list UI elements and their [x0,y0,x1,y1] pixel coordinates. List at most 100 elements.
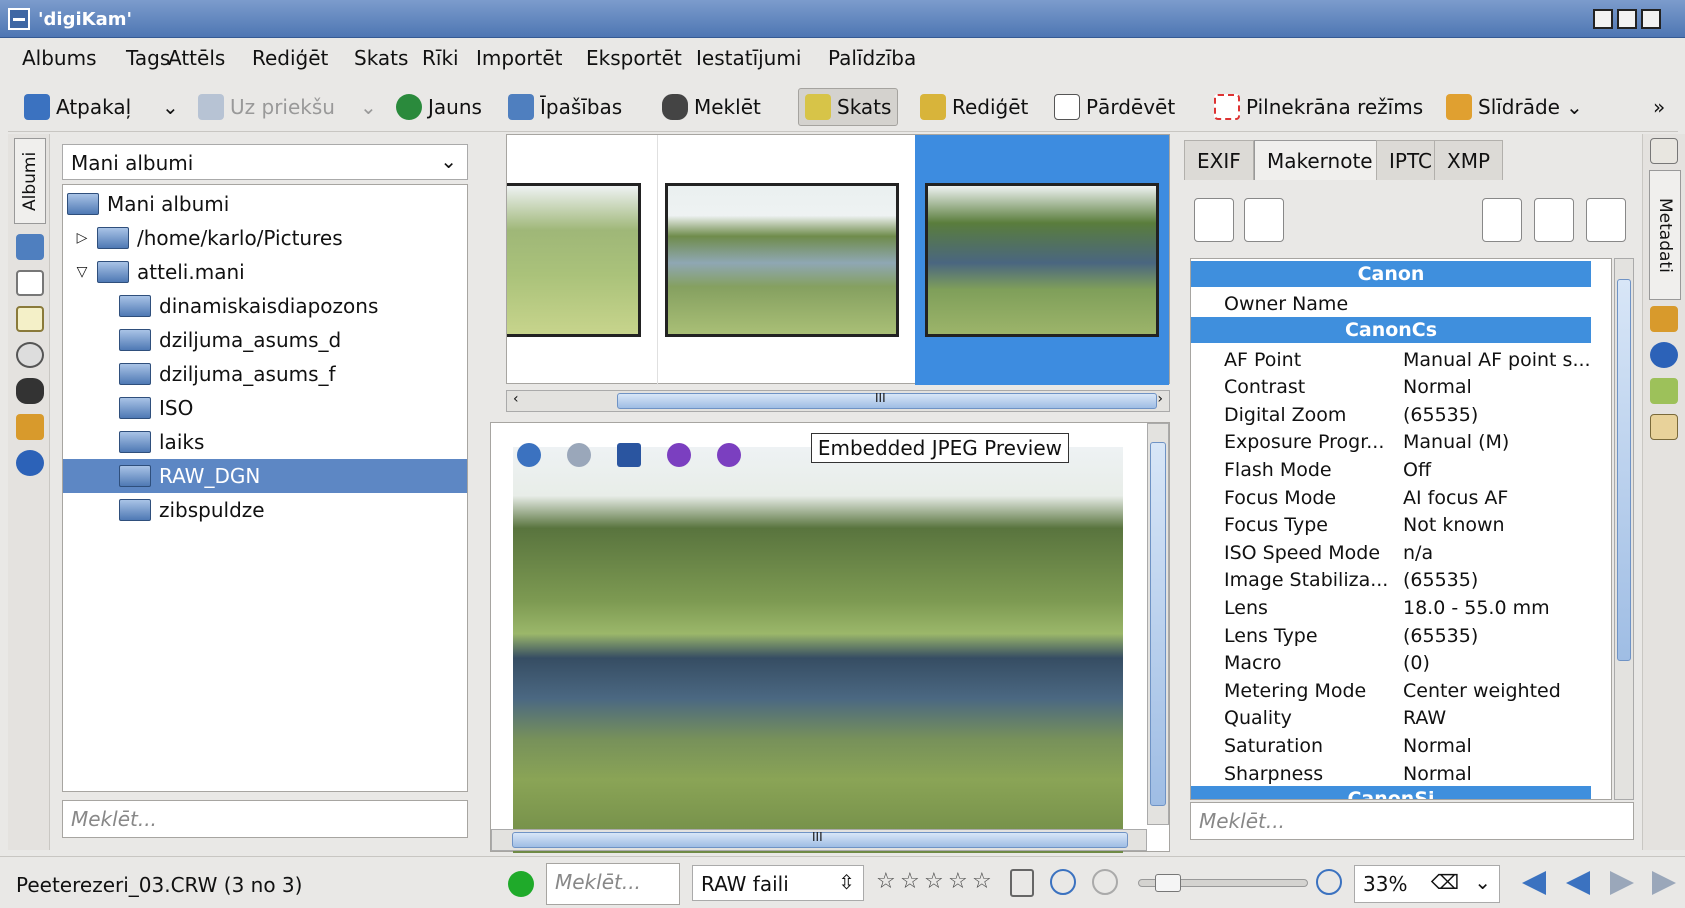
zoom-fit-icon[interactable] [1050,869,1076,895]
menu-3[interactable]: Rediģēt [252,46,328,70]
minimize-icon[interactable] [1593,9,1613,29]
album-tree-item[interactable]: Mani albumi [63,187,467,221]
zoom-combo[interactable]: 33% ⌫ ⌄ [1354,865,1500,903]
metadata-row[interactable]: Lens 18.0 - 55.0 mm [1191,593,1591,621]
rotate-right-icon[interactable] [717,443,741,467]
globe-icon[interactable] [1650,342,1678,368]
rating-star-icon[interactable]: ☆ [900,869,920,894]
menu-6[interactable]: Importēt [476,46,563,70]
calendar-icon[interactable] [16,270,44,296]
zoom-out-icon[interactable] [1092,869,1118,895]
editor-icon[interactable] [617,443,641,467]
binoculars-icon[interactable] [16,378,44,404]
view-button[interactable]: Skats [798,88,899,126]
print-icon[interactable] [1534,198,1574,242]
forward-button[interactable]: Uz priekšu [192,88,341,126]
menu-9[interactable]: Palīdzība [828,46,916,70]
metadata-row[interactable]: Focus Type Not known [1191,510,1591,538]
rating-star-icon[interactable]: ☆ [972,869,992,894]
list-view-icon[interactable] [1244,198,1284,242]
metadata-row[interactable]: Image Stabiliza... (65535) [1191,565,1591,593]
new-album-button[interactable]: Jauns [390,88,488,126]
metadata-row[interactable]: Metering Mode Center weighted [1191,676,1591,704]
edit-tab-icon[interactable] [1650,138,1678,164]
albums-tab[interactable]: Albumi [14,138,46,224]
metadata-scrollbar[interactable] [1614,258,1634,800]
toolbar-overflow-button[interactable]: » [1653,88,1665,126]
back-history-dropdown[interactable]: ⌄ [162,88,179,126]
last-image-icon[interactable] [1652,871,1676,895]
edit-button[interactable]: Rediģēt [914,88,1034,126]
menu-2[interactable]: Attēls [168,46,225,70]
metadata-row[interactable]: AF Point Manual AF point s... [1191,345,1591,373]
rating-star-icon[interactable]: ☆ [924,869,944,894]
thumbnail[interactable] [507,183,641,337]
close-icon[interactable] [1641,9,1661,29]
album-tree-item[interactable]: dziljuma_asums_f [63,357,467,391]
thumbnail[interactable] [925,183,1159,337]
scrollbar-thumb[interactable] [1150,442,1166,806]
expand-arrow-icon[interactable]: ▽ [75,264,89,280]
metadata-row[interactable]: Saturation Normal [1191,731,1591,759]
menu-0[interactable]: Albums [22,46,97,70]
album-search-input[interactable]: Meklēt... [62,800,468,838]
album-tree-item[interactable]: ISO [63,391,467,425]
metadata-row[interactable]: Quality RAW [1191,703,1591,731]
metadata-row[interactable]: Digital Zoom (65535) [1191,400,1591,428]
properties-button[interactable]: Īpašības [502,88,628,126]
scrollbar-thumb[interactable] [1617,279,1631,661]
slideshow-button[interactable]: Slīdrāde ⌄ [1440,88,1589,126]
maximize-icon[interactable] [1617,9,1637,29]
previous-image-icon[interactable] [1566,871,1590,895]
metadata-row[interactable]: Macro (0) [1191,648,1591,676]
menu-1[interactable]: Tags [126,46,170,70]
rating-star-icon[interactable]: ☆ [876,869,896,894]
clear-icon[interactable]: ⌫ [1431,870,1459,894]
metadata-row[interactable]: Focus Mode AI focus AF [1191,483,1591,511]
album-view-selector[interactable]: Mani albumi ⌄ [62,144,468,180]
forward-history-dropdown[interactable]: ⌄ [360,88,377,126]
metadata-tab[interactable]: Metadati [1649,170,1681,300]
person-view-icon[interactable] [1194,198,1234,242]
menu-5[interactable]: Rīki [422,46,459,70]
preview-vertical-scrollbar[interactable] [1147,423,1169,825]
back-button[interactable]: Atpakaļ [18,88,137,126]
mime-filter-select[interactable]: RAW faili ⇳ [692,865,864,901]
albums-folder-icon[interactable] [16,234,44,260]
tag-icon[interactable] [16,306,44,332]
menu-7[interactable]: Eksportēt [586,46,682,70]
window-menu-icon[interactable] [8,8,30,30]
album-tree-item[interactable]: RAW_DGN [63,459,467,493]
album-tree-item[interactable]: dziljuma_asums_d [63,323,467,357]
expand-arrow-icon[interactable]: ▷ [75,230,89,246]
tab-xmp[interactable]: XMP [1434,140,1504,180]
zoom-slider[interactable] [1138,874,1308,892]
metadata-row[interactable]: Contrast Normal [1191,372,1591,400]
save-icon[interactable] [1482,198,1522,242]
search-button[interactable]: Meklēt [656,88,767,126]
menu-4[interactable]: Skats [354,46,408,70]
scrollbar-thumb[interactable] [617,393,1157,409]
album-tree-item[interactable]: laiks [63,425,467,459]
zoom-in-icon[interactable] [1316,869,1342,895]
rating-star-icon[interactable]: ☆ [948,869,968,894]
rotate-left-icon[interactable] [667,443,691,467]
preview-horizontal-scrollbar[interactable]: III [491,829,1147,851]
menu-8[interactable]: Iestatījumi [696,46,801,70]
next-image-icon[interactable] [1610,871,1634,895]
album-tree-item[interactable]: ▷ /home/karlo/Pictures [63,221,467,255]
globe-icon[interactable] [16,450,44,476]
metadata-row[interactable]: Exposure Progr... Manual (M) [1191,427,1591,455]
album-tree-item[interactable]: ▽ atteli.mani [63,255,467,289]
tab-exif[interactable]: EXIF [1184,140,1254,180]
fuzzy-search-icon[interactable] [16,414,44,440]
first-image-icon[interactable] [1522,871,1546,895]
colors-icon[interactable] [1650,378,1678,404]
tab-makernote[interactable]: Makernote [1254,140,1386,180]
album-tree-item[interactable]: dinamiskaisdiapozons [63,289,467,323]
caption-icon[interactable] [1650,414,1678,440]
metadata-row[interactable]: Owner Name [1191,289,1591,317]
fullscreen-button[interactable]: Pilnekrāna režīms [1208,88,1429,126]
thumbnail[interactable] [665,183,899,337]
copy-icon[interactable] [1586,198,1626,242]
